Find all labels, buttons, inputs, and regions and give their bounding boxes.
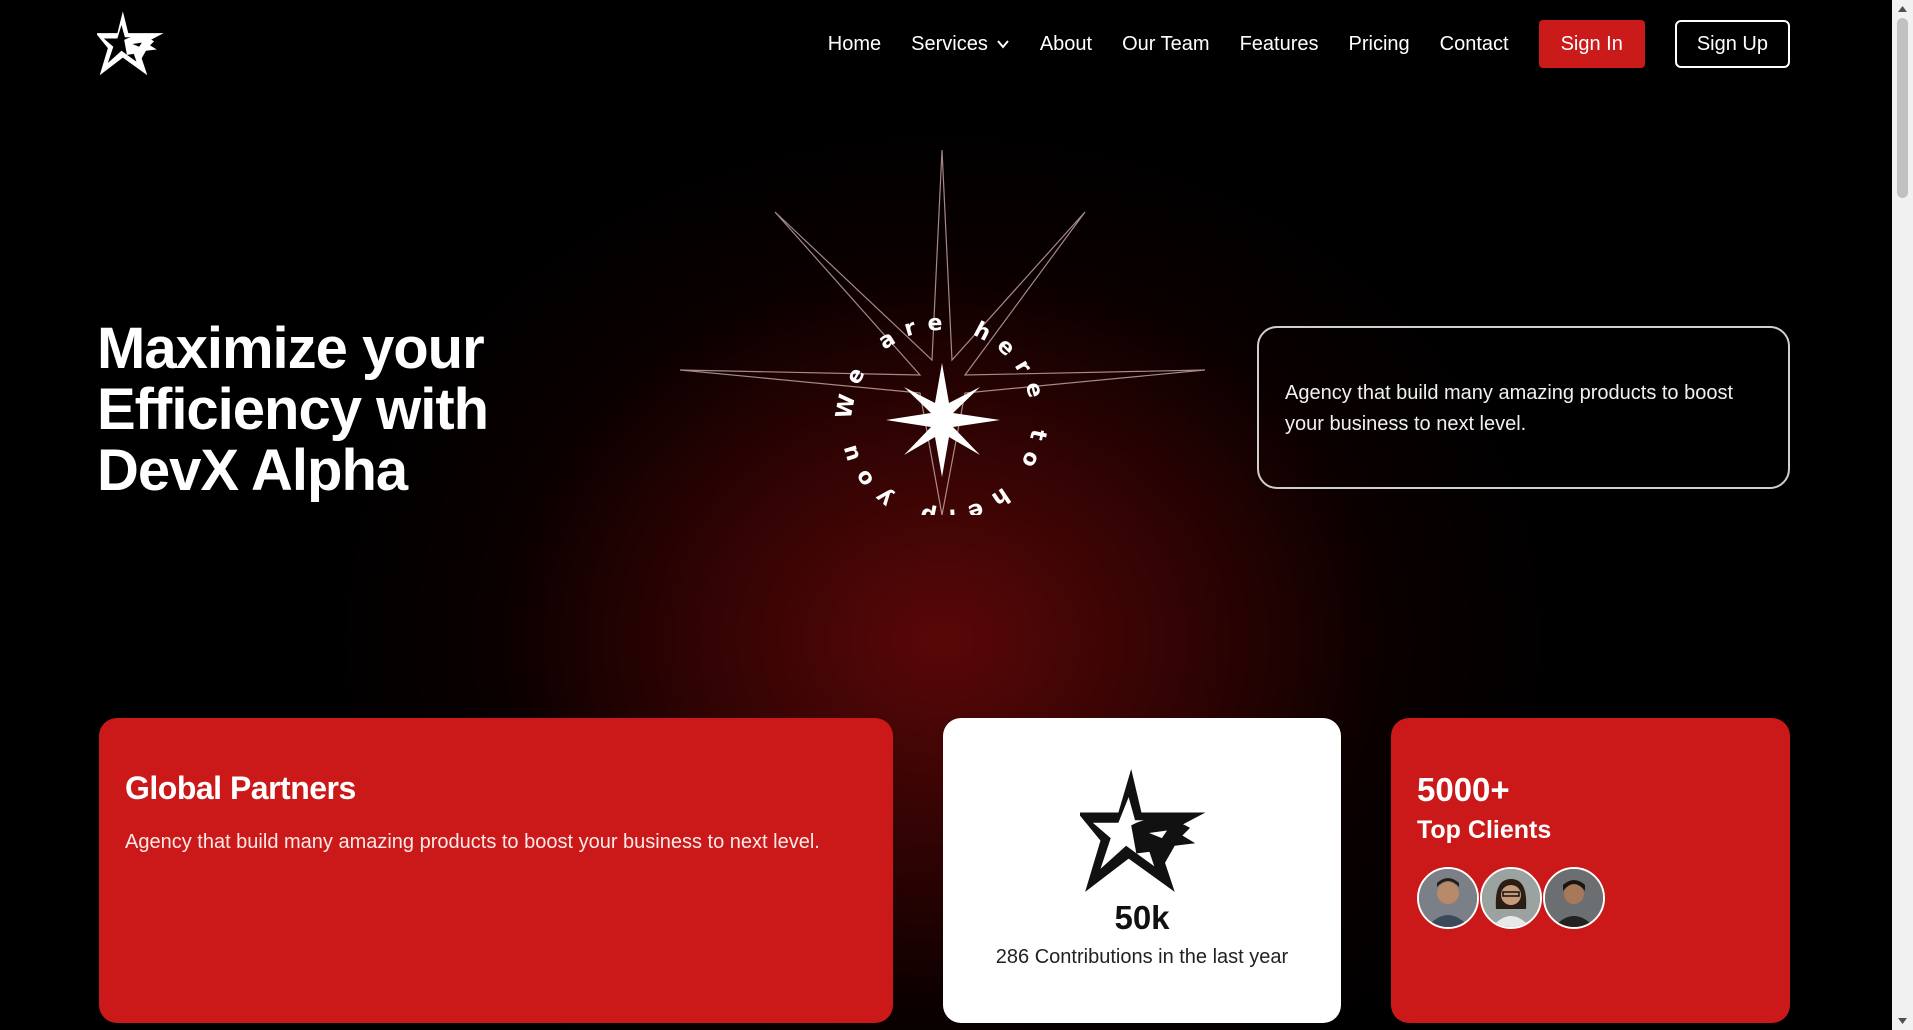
avatar bbox=[1417, 867, 1479, 929]
scroll-up-arrow-icon[interactable] bbox=[1897, 3, 1908, 15]
hero-title-line-1: Maximize your bbox=[97, 316, 485, 381]
brand-logo[interactable] bbox=[97, 10, 165, 78]
hero-title: Maximize your Efficiency with DevX Alpha bbox=[97, 318, 557, 501]
scroll-thumb[interactable] bbox=[1897, 18, 1908, 198]
global-partners-title: Global Partners bbox=[125, 770, 356, 806]
global-partners-text: Agency that build many amazing products … bbox=[125, 831, 820, 853]
nav-services[interactable]: Services bbox=[911, 33, 1010, 56]
brand-logo-large bbox=[1080, 769, 1206, 892]
sign-in-button[interactable]: Sign In bbox=[1538, 20, 1645, 68]
sparkle-icon bbox=[886, 363, 1000, 477]
main-nav: Home Services About Our Team Features Pr… bbox=[798, 20, 1790, 68]
hero-description: Agency that build many amazing products … bbox=[1285, 382, 1734, 435]
contributions-card: 50k 286 Contributions in the last year bbox=[943, 718, 1341, 1023]
avatar bbox=[1543, 867, 1605, 929]
nav-about[interactable]: About bbox=[1040, 33, 1092, 56]
nav-our-team[interactable]: Our Team bbox=[1122, 33, 1209, 56]
nav-home[interactable]: Home bbox=[828, 33, 881, 56]
client-avatars bbox=[1417, 867, 1764, 929]
contributions-value: 50k bbox=[1114, 899, 1170, 936]
nav-services-label: Services bbox=[911, 32, 988, 55]
sign-up-button[interactable]: Sign Up bbox=[1674, 20, 1790, 68]
contributions-subtitle: 286 Contributions in the last year bbox=[995, 946, 1289, 968]
hero-title-line-2: Efficiency with bbox=[97, 377, 489, 442]
clients-label: Top Clients bbox=[1417, 816, 1552, 844]
star-badge-graphic: We are here to help you bbox=[680, 149, 1205, 515]
nav-features[interactable]: Features bbox=[1240, 33, 1319, 56]
page: Home Services About Our Team Features Pr… bbox=[0, 0, 1913, 1030]
top-clients-card: 5000+ Top Clients bbox=[1391, 718, 1790, 1023]
clients-count: 5000+ bbox=[1417, 771, 1510, 808]
scroll-down-arrow-icon[interactable] bbox=[1897, 1015, 1908, 1027]
chevron-down-icon bbox=[997, 40, 1009, 49]
nav-pricing[interactable]: Pricing bbox=[1349, 33, 1410, 56]
hero-description-card: Agency that build many amazing products … bbox=[1257, 326, 1790, 489]
hero-title-line-3: DevX Alpha bbox=[97, 438, 408, 503]
page-scrollbar[interactable] bbox=[1892, 0, 1913, 1030]
avatar bbox=[1480, 867, 1542, 929]
global-partners-card: Global Partners Agency that build many a… bbox=[99, 718, 893, 1023]
nav-contact[interactable]: Contact bbox=[1440, 33, 1509, 56]
